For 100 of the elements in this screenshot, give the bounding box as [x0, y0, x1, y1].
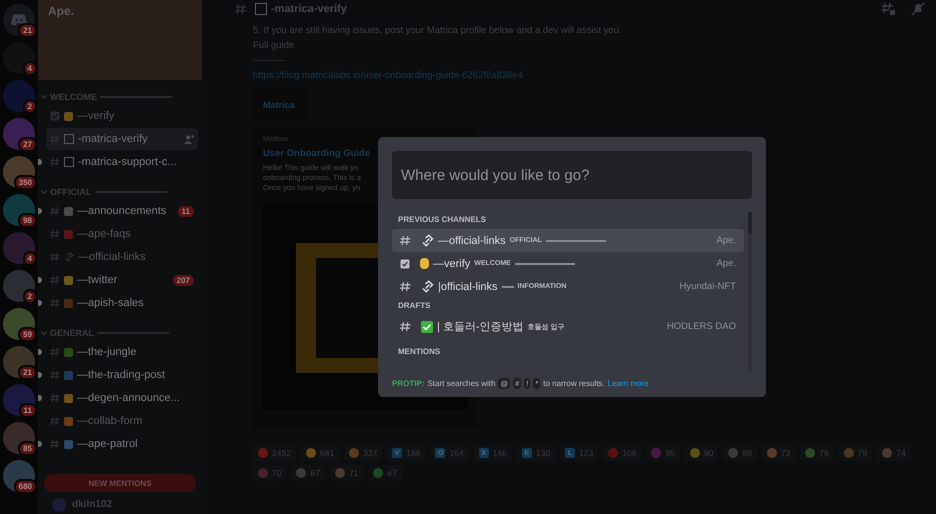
channel-item[interactable]: —degen-announce... — [46, 387, 198, 409]
emoji-icon — [64, 348, 73, 356]
emoji-icon — [373, 468, 384, 478]
hash-icon — [50, 252, 60, 262]
square-icon — [64, 134, 74, 144]
mention-badge: 4 — [22, 251, 37, 266]
embed-title-link[interactable]: User Onboarding Guide — [263, 145, 370, 163]
channel-item[interactable]: -matrica-verify — [46, 128, 198, 150]
channel-item[interactable]: —verify — [46, 105, 198, 127]
channel-item[interactable]: —ape-patrol — [46, 433, 198, 455]
rules-channel-icon — [400, 258, 410, 268]
channel-item[interactable]: —twitter 207 — [46, 269, 198, 291]
mention-badge: 21 — [18, 23, 37, 38]
mention-badge: 207 — [172, 274, 194, 286]
emoji-icon — [64, 206, 73, 216]
hash-icon — [50, 275, 60, 285]
emoji-icon — [349, 448, 360, 458]
emoji-icon — [728, 448, 738, 458]
channel-item[interactable]: —the-trading-post — [46, 364, 198, 386]
emoji-icon — [306, 448, 316, 458]
server-name[interactable]: Ape. — [48, 4, 74, 18]
threads-icon[interactable] — [881, 2, 895, 16]
channel-item[interactable]: —announcements 11 — [46, 200, 198, 222]
mention-badge: 4 — [22, 61, 37, 76]
channel-item[interactable]: —official-links — [46, 246, 198, 268]
emoji-icon — [334, 468, 345, 478]
server-name: Ape. — [716, 258, 736, 269]
server-name: Hyundai-NFT — [680, 281, 736, 292]
channel-item[interactable]: —ape-faqs — [46, 223, 198, 245]
chevron-icon[interactable] — [41, 189, 47, 195]
section-header: DRAFTS — [397, 300, 432, 312]
channel-item[interactable]: —apish-sales — [46, 292, 198, 314]
mention-badge: 85 — [18, 441, 37, 456]
channel-item[interactable]: —the-jungle — [46, 341, 198, 363]
mention-badge: 98 — [18, 213, 37, 228]
mention-badge: 680 — [14, 479, 37, 494]
emoji-icon — [882, 448, 892, 458]
emoji-icon — [64, 276, 73, 284]
hash-icon — [50, 229, 60, 239]
muted-bell-icon[interactable] — [911, 2, 925, 16]
protip-label: PROTIP: — [392, 379, 424, 388]
emoji-icon — [844, 448, 854, 458]
user-avatar[interactable] — [52, 498, 66, 512]
square-icon — [255, 3, 267, 15]
message-text: ---------- — [253, 54, 286, 68]
channel-item[interactable]: —collab-form — [46, 410, 198, 432]
emoji-icon — [64, 394, 73, 402]
emoji-icon — [766, 448, 777, 458]
mention-badge: 2 — [22, 99, 37, 114]
mention-badge: 11 — [178, 206, 194, 216]
mention-badge: 2 — [22, 289, 37, 304]
add-member-icon[interactable] — [184, 134, 194, 144]
hash-icon — [50, 298, 60, 308]
emoji-icon — [690, 448, 700, 458]
channel-name: —official-links — [438, 234, 506, 246]
hash-icon — [50, 439, 60, 449]
hash-icon — [235, 3, 247, 15]
channel-item[interactable]: -matrica-support-c... — [46, 151, 198, 173]
server-name: HODLERS DAO — [666, 321, 736, 332]
emoji-icon — [651, 448, 662, 458]
emoji-icon — [608, 448, 618, 458]
server-name: Ape. — [716, 235, 736, 246]
hash-icon — [50, 157, 60, 167]
channel-title: -matrica-verify — [271, 3, 347, 15]
emoji-icon — [805, 448, 816, 458]
check-box-icon — [421, 320, 433, 332]
mention-badge: 21 — [18, 365, 37, 380]
hash-icon — [50, 206, 60, 216]
chevron-icon[interactable] — [41, 330, 47, 336]
mention-badge: 59 — [18, 327, 37, 342]
square-icon — [64, 157, 74, 167]
hash-icon — [50, 370, 60, 380]
link-icon — [421, 234, 434, 247]
section-header: PREVIOUS CHANNELS — [397, 214, 488, 226]
emoji-icon — [64, 416, 73, 426]
mention-badge: 27 — [18, 137, 37, 152]
new-mentions-button[interactable]: NEW MENTIONS — [44, 474, 196, 492]
hash-icon — [400, 281, 411, 292]
channel-name: |official-links — [438, 280, 498, 292]
link-icon — [421, 280, 434, 293]
emoji-icon — [296, 468, 306, 478]
learn-more-link[interactable]: Learn more — [608, 379, 649, 388]
emoji-icon — [64, 370, 73, 380]
mention-badge: 11 — [18, 403, 37, 418]
rules-channel-icon — [50, 111, 60, 121]
guide-link[interactable]: https://blog.matricalabs.io/user-onboarding-guide-6262f8a838e4 — [253, 68, 936, 83]
search-field[interactable]: Where would you like to go? — [392, 151, 752, 199]
channel-name: —verify — [433, 258, 470, 270]
protip-text: Start searches with — [427, 379, 496, 388]
link-icon — [64, 252, 74, 262]
embed-title-link[interactable]: Matrica — [263, 100, 295, 110]
emoji-icon — [64, 298, 73, 308]
home-icon — [10, 13, 28, 27]
chevron-icon[interactable] — [41, 94, 47, 100]
emoji-icon — [64, 112, 73, 120]
emoji-icon — [64, 230, 73, 238]
hash-icon — [400, 235, 411, 246]
emoji-icon — [64, 440, 73, 448]
protip-text: to narrow results. — [543, 379, 605, 388]
hash-icon — [50, 347, 60, 357]
